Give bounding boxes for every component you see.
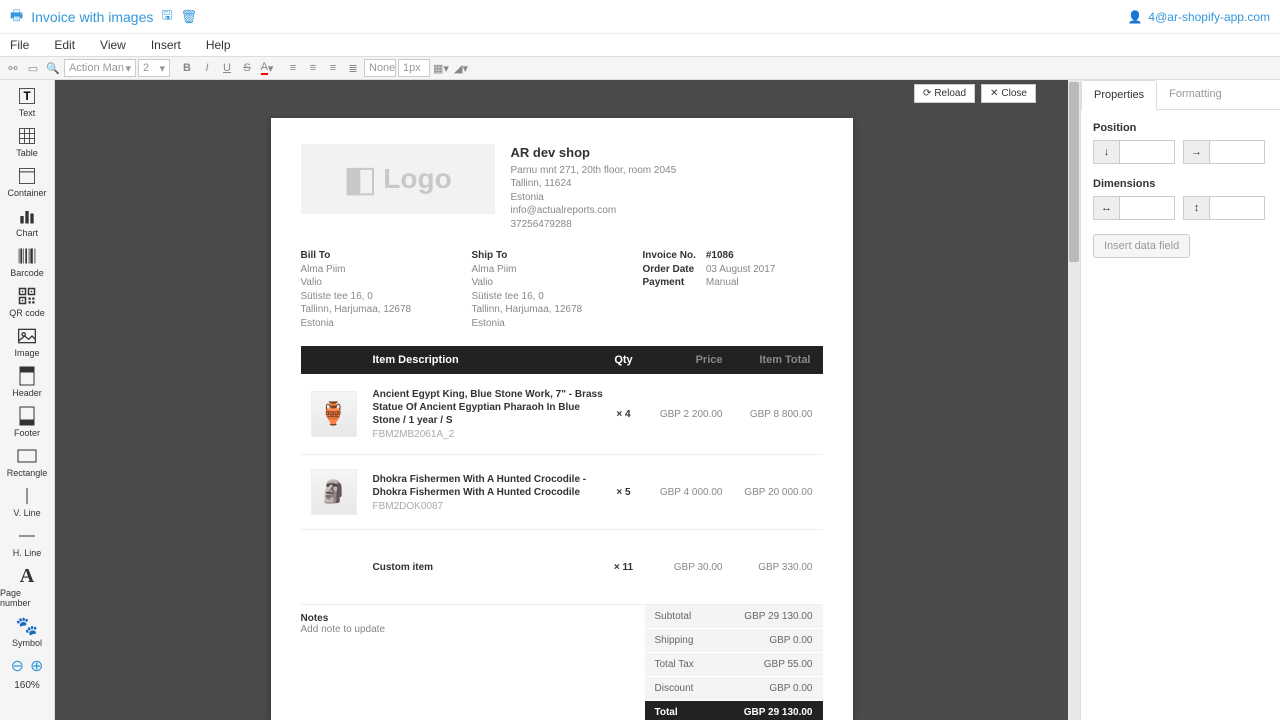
tab-properties[interactable]: Properties: [1081, 80, 1157, 110]
menu-insert[interactable]: Insert: [151, 38, 181, 52]
trash-icon[interactable]: 🗑: [180, 9, 197, 25]
page-icon[interactable]: ▭: [24, 59, 42, 77]
position-x-input[interactable]: [1209, 140, 1265, 164]
table-row[interactable]: 🏺 Ancient Egypt King, Blue Stone Work, 7…: [301, 374, 823, 455]
text-color-button[interactable]: A▾: [258, 59, 276, 77]
connect-icon[interactable]: ⚯: [4, 59, 22, 77]
font-size-select[interactable]: 2▾: [138, 59, 170, 77]
user-icon: 👤: [1127, 10, 1142, 24]
border-button[interactable]: ▦▾: [432, 59, 450, 77]
tool-table[interactable]: Table: [0, 122, 54, 162]
zoom-out-icon[interactable]: ⊖: [11, 656, 24, 676]
totals-block[interactable]: SubtotalGBP 29 130.00 ShippingGBP 0.00 T…: [645, 605, 823, 720]
tool-rectangle[interactable]: Rectangle: [0, 442, 54, 482]
strike-button[interactable]: S: [238, 59, 256, 77]
tool-header[interactable]: Header: [0, 362, 54, 402]
search-icon[interactable]: 🔍: [44, 59, 62, 77]
app-header: 🖶 Invoice with images 🖫 🗑 👤 4@ar-shopify…: [0, 0, 1280, 34]
user-email[interactable]: 4@ar-shopify-app.com: [1148, 10, 1270, 24]
tool-symbol[interactable]: 🐾Symbol: [0, 612, 54, 652]
menu-file[interactable]: File: [10, 38, 29, 52]
width-icon: ↔: [1093, 196, 1119, 220]
header-left: 🖶 Invoice with images 🖫 🗑: [10, 5, 197, 29]
tool-pagenumber[interactable]: APage number: [0, 562, 54, 612]
tool-barcode[interactable]: Barcode: [0, 242, 54, 282]
item-image: 🗿: [311, 469, 357, 515]
zoom-controls: ⊖ ⊕: [11, 656, 44, 676]
insert-toolbar: TText Table Container Chart Barcode QR c…: [0, 80, 55, 720]
item-image: 🏺: [311, 391, 357, 437]
logo-text: Logo: [383, 163, 451, 195]
scrollbar-vertical[interactable]: [1068, 80, 1080, 720]
document-page[interactable]: ◧ Logo AR dev shop Parnu mnt 271, 20th f…: [271, 118, 853, 720]
position-label: Position: [1093, 122, 1268, 134]
ship-to-block[interactable]: Ship To Alma Piim Valio Sütiste tee 16, …: [472, 249, 643, 330]
invoice-meta[interactable]: Invoice No. Order Date Payment #1086 03 …: [643, 249, 823, 330]
underline-button[interactable]: U: [218, 59, 236, 77]
tool-vline[interactable]: V. Line: [0, 482, 54, 522]
menu-edit[interactable]: Edit: [54, 38, 75, 52]
items-table-header[interactable]: Item Description Qty Price Item Total: [301, 346, 823, 374]
company-name: AR dev shop: [511, 144, 677, 162]
tool-qrcode[interactable]: QR code: [0, 282, 54, 322]
close-button[interactable]: ✕ Close: [981, 84, 1036, 103]
border-width-select[interactable]: 1px: [398, 59, 430, 77]
reload-button[interactable]: ⟳ Reload: [914, 84, 975, 103]
bill-to-block[interactable]: Bill To Alma Piim Valio Sütiste tee 16, …: [301, 249, 472, 330]
tool-image[interactable]: Image: [0, 322, 54, 362]
font-select[interactable]: Action Man▾: [64, 59, 136, 77]
workspace: TText Table Container Chart Barcode QR c…: [0, 80, 1280, 720]
logo-placeholder[interactable]: ◧ Logo: [301, 144, 495, 214]
width-input[interactable]: [1119, 196, 1175, 220]
bold-button[interactable]: B: [178, 59, 196, 77]
company-info[interactable]: AR dev shop Parnu mnt 271, 20th floor, r…: [511, 144, 677, 231]
scrollbar-thumb[interactable]: [1069, 82, 1079, 262]
canvas-controls: ⟳ Reload ✕ Close: [914, 84, 1036, 103]
table-row[interactable]: 🗿 Dhokra Fishermen With A Hunted Crocodi…: [301, 455, 823, 530]
canvas-area[interactable]: ⟳ Reload ✕ Close ◧ Logo AR dev shop Parn…: [55, 80, 1080, 720]
header-right: 👤 4@ar-shopify-app.com: [1127, 10, 1270, 24]
formatting-toolbar: ⚯ ▭ 🔍 Action Man▾ 2▾ B I U S A▾ ≡ ≡ ≡ ≣ …: [0, 56, 1280, 80]
notes-block[interactable]: Notes Add note to update: [301, 605, 645, 720]
menu-help[interactable]: Help: [206, 38, 231, 52]
zoom-in-icon[interactable]: ⊕: [30, 656, 43, 676]
save-icon[interactable]: 🖫: [161, 6, 172, 28]
tool-container[interactable]: Container: [0, 162, 54, 202]
arrow-down-icon: ↓: [1093, 140, 1119, 164]
height-input[interactable]: [1209, 196, 1265, 220]
italic-button[interactable]: I: [198, 59, 216, 77]
dimensions-label: Dimensions: [1093, 178, 1268, 190]
tool-text[interactable]: TText: [0, 82, 54, 122]
tool-hline[interactable]: H. Line: [0, 522, 54, 562]
zoom-level: 160%: [14, 680, 40, 691]
tool-chart[interactable]: Chart: [0, 202, 54, 242]
properties-panel: Properties Formatting Position ↓ → Dimen…: [1080, 80, 1280, 720]
printer-icon: 🖶: [10, 5, 23, 29]
tab-formatting[interactable]: Formatting: [1157, 80, 1234, 109]
insert-data-field-button[interactable]: Insert data field: [1093, 234, 1190, 258]
justify-icon[interactable]: ≣: [344, 59, 362, 77]
fill-color-button[interactable]: ◢▾: [452, 59, 470, 77]
arrow-right-icon: →: [1183, 140, 1209, 164]
height-icon: ↕: [1183, 196, 1209, 220]
align-right-icon[interactable]: ≡: [324, 59, 342, 77]
border-style-select[interactable]: None: [364, 59, 396, 77]
align-left-icon[interactable]: ≡: [284, 59, 302, 77]
svg-text:T: T: [23, 90, 30, 103]
position-y-input[interactable]: [1119, 140, 1175, 164]
menubar: File Edit View Insert Help: [0, 34, 1280, 56]
tool-footer[interactable]: Footer: [0, 402, 54, 442]
document-title[interactable]: Invoice with images: [31, 9, 153, 25]
menu-view[interactable]: View: [100, 38, 126, 52]
canvas-scroll: ◧ Logo AR dev shop Parnu mnt 271, 20th f…: [55, 80, 1068, 720]
cube-icon: ◧: [343, 158, 377, 200]
table-row[interactable]: Custom item × 11 GBP 30.00 GBP 330.00: [301, 530, 823, 605]
item-image: [311, 544, 357, 590]
align-center-icon[interactable]: ≡: [304, 59, 322, 77]
